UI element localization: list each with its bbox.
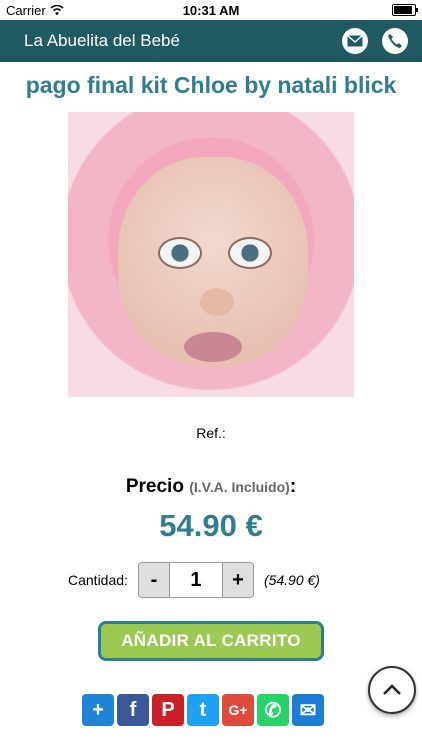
doll-eye-left [158,237,202,269]
mail-icon[interactable] [342,28,368,54]
battery-icon [392,4,418,16]
chevron-up-icon [383,684,401,695]
price-label: Precio [125,476,184,497]
price-value: 54.90 € [159,508,263,543]
facebook-icon[interactable]: f [117,694,149,726]
pinterest-icon[interactable]: P [152,694,184,726]
decrease-button[interactable]: - [138,563,169,597]
status-bar: Carrier 10:31 AM [0,0,422,20]
carrier-label: Carrier [6,2,46,18]
status-left: Carrier [6,3,64,18]
twitter-icon[interactable]: t [187,694,219,726]
battery-fill [394,6,412,14]
header-actions [342,28,408,54]
google-plus-icon[interactable]: G+ [222,694,254,726]
whatsapp-icon[interactable]: ✆ [257,694,289,726]
quantity-total: (54.90 €) [263,572,320,588]
increase-button[interactable]: + [222,563,253,597]
add-to-cart-button[interactable]: AÑADIR AL CARRITO [98,621,324,661]
doll-eye-right [228,237,272,269]
price-colon: : [289,476,297,497]
share-bar: + f Pt G+ ✆ ✉ [82,694,324,726]
wifi-icon [50,3,64,18]
app-title: La Abuelita del Bebé [24,31,180,50]
vat-note: (I.V.A. Incluido) [189,479,290,495]
back-to-top-button[interactable] [368,666,416,714]
quantity-label: Cantidad: [68,572,128,588]
quantity-stepper: - 1 + [137,562,254,598]
quantity-input[interactable]: 1 [168,563,223,597]
quantity-row: Cantidad: - 1 + (54.90 €) [68,562,320,598]
email-share-icon[interactable]: ✉ [292,694,324,726]
phone-icon[interactable] [382,28,408,54]
price-heading: Precio (I.V.A. Incluido): [0,476,422,498]
product-image [68,112,354,397]
doll-mouth [184,332,242,362]
doll-nose [200,288,234,316]
product-title: pago final kit Chloe by natali blick [25,72,397,98]
product-ref: Ref.: [196,425,226,441]
share-plus-icon[interactable]: + [82,694,114,726]
app-header: La Abuelita del Bebé [0,20,422,62]
